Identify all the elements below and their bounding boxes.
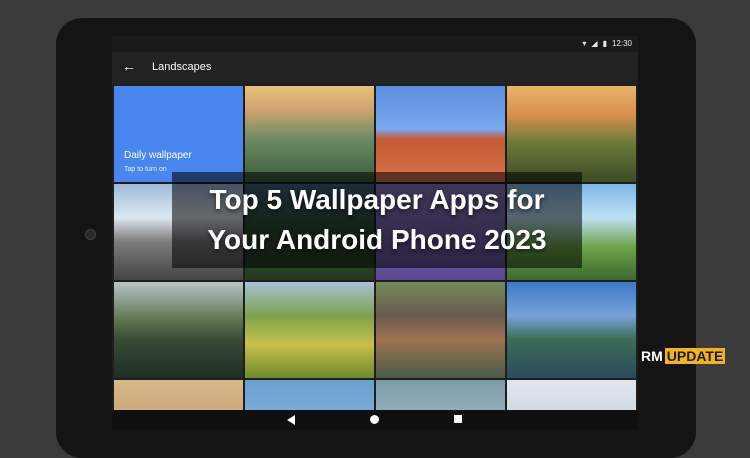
overlay-title-line-1: Top 5 Wallpaper Apps for <box>209 184 545 215</box>
nav-recents-icon[interactable] <box>454 415 462 423</box>
daily-wallpaper-subtitle: Tap to turn on <box>124 166 167 173</box>
daily-wallpaper-label: Daily wallpaper <box>124 150 192 161</box>
clock: 12:30 <box>611 39 632 48</box>
wallpaper-tile[interactable] <box>376 86 505 182</box>
logo-text-rm: RM <box>641 348 663 364</box>
status-bar: ▾ ◢ ▮ 12:30 <box>112 36 638 52</box>
wallpaper-tile[interactable] <box>245 282 374 378</box>
overlay-title-line-2: Your Android Phone 2023 <box>207 224 547 255</box>
nav-home-icon[interactable] <box>370 415 379 424</box>
wallpaper-tile[interactable] <box>114 282 243 378</box>
wallpaper-tile[interactable] <box>507 282 636 378</box>
signal-icon: ◢ <box>591 39 598 48</box>
wallpaper-tile[interactable] <box>376 282 505 378</box>
camera-icon <box>85 229 96 240</box>
battery-icon: ▮ <box>602 39 607 48</box>
navigation-bar <box>112 410 638 430</box>
logo-text-update: UPDATE <box>664 348 726 364</box>
title-overlay: Top 5 Wallpaper Apps for Your Android Ph… <box>172 172 582 268</box>
daily-wallpaper-tile[interactable]: Daily wallpaper Tap to turn on <box>114 86 243 182</box>
rmupdate-logo: RM UPDATE <box>641 348 726 364</box>
wallpaper-tile[interactable] <box>507 86 636 182</box>
nav-back-icon[interactable] <box>287 415 295 425</box>
back-arrow-icon[interactable]: ← <box>122 58 136 74</box>
page-title: Landscapes <box>152 61 212 73</box>
app-bar: ← Landscapes <box>112 52 638 84</box>
wallpaper-tile[interactable] <box>245 86 374 182</box>
wifi-icon: ▾ <box>582 39 587 48</box>
